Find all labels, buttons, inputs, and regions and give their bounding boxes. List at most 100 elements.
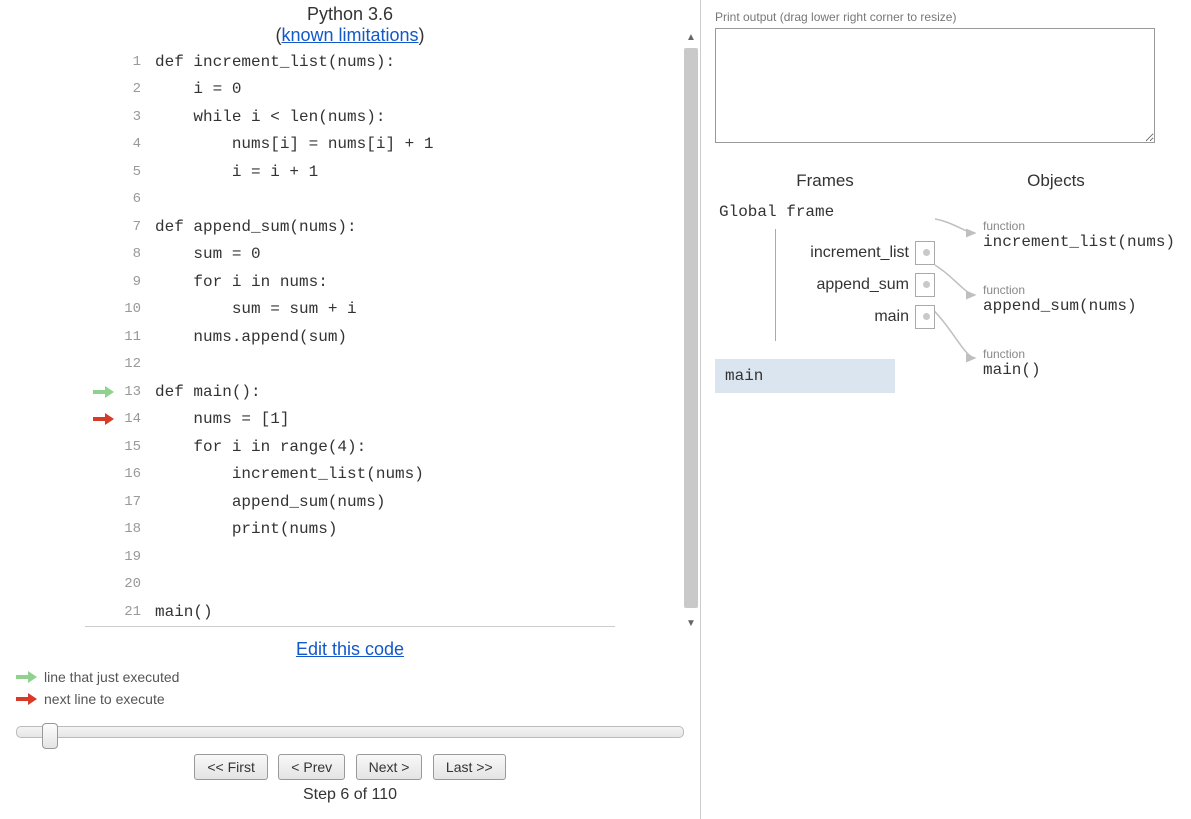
next-line-arrow-icon: [93, 413, 115, 425]
object-type-label: function: [983, 219, 1175, 233]
frames-objects-header: Frames Objects: [715, 171, 1177, 191]
step-controls: << First < Prev Next > Last >>: [10, 754, 690, 780]
line-number: 17: [115, 494, 141, 510]
line-number: 4: [115, 136, 141, 152]
line-number: 20: [115, 576, 141, 592]
code-text: i = 0: [155, 80, 241, 98]
code-text: while i < len(nums):: [155, 108, 385, 126]
code-header: Python 3.6 (known limitations): [10, 4, 690, 46]
code-line: 20: [85, 571, 615, 599]
heap-object: functionappend_sum(nums): [983, 283, 1137, 315]
prev-button[interactable]: < Prev: [278, 754, 345, 780]
frame-var-pointer: [915, 241, 935, 265]
code-text: sum = 0: [155, 245, 261, 263]
frame-var-row: append_sum: [776, 269, 935, 301]
line-number: 3: [115, 109, 141, 125]
first-button[interactable]: << First: [194, 754, 267, 780]
code-line: 1 def increment_list(nums):: [85, 48, 615, 76]
scroll-up-icon[interactable]: ▲: [686, 32, 696, 42]
code-line: 16 increment_list(nums): [85, 461, 615, 489]
slider-track[interactable]: [16, 726, 684, 738]
edit-code-link[interactable]: Edit this code: [10, 639, 690, 660]
heap-object: functionincrement_list(nums): [983, 219, 1175, 251]
code-text: def increment_list(nums):: [155, 53, 395, 71]
code-line: 5 i = i + 1: [85, 158, 615, 186]
line-number: 11: [115, 329, 141, 345]
code-text: nums.append(sum): [155, 328, 347, 346]
object-signature: main(): [983, 361, 1041, 379]
frame-var-row: increment_list: [776, 237, 935, 269]
output-label: Print output (drag lower right corner to…: [715, 10, 1177, 24]
slider-handle[interactable]: [42, 723, 58, 749]
code-line: 15 for i in range(4):: [85, 433, 615, 461]
code-line: 19: [85, 543, 615, 571]
code-line: 21 main(): [85, 598, 615, 626]
line-number: 18: [115, 521, 141, 537]
frame-var-pointer: [915, 273, 935, 297]
code-text: increment_list(nums): [155, 465, 424, 483]
just-executed-arrow-icon: [16, 671, 38, 683]
code-line: 12: [85, 351, 615, 379]
object-signature: append_sum(nums): [983, 297, 1137, 315]
scroll-thumb[interactable]: [684, 48, 698, 608]
next-line-label: next line to execute: [44, 691, 165, 707]
call-frame-main: main: [715, 359, 895, 393]
line-number: 6: [115, 191, 141, 207]
code-line: 10 sum = sum + i: [85, 296, 615, 324]
scroll-down-icon[interactable]: ▼: [686, 618, 696, 628]
print-output-box[interactable]: [715, 28, 1155, 143]
code-text: def append_sum(nums):: [155, 218, 357, 236]
arrow-legend: line that just executed next line to exe…: [16, 666, 690, 710]
line-number: 1: [115, 54, 141, 70]
code-text: main(): [155, 603, 213, 621]
code-text: nums = [1]: [155, 410, 289, 428]
code-line: 3 while i < len(nums):: [85, 103, 615, 131]
step-slider[interactable]: [16, 726, 684, 746]
line-number: 19: [115, 549, 141, 565]
global-frame: increment_list append_summain: [775, 229, 935, 341]
code-line: 13 def main():: [85, 378, 615, 406]
line-number: 5: [115, 164, 141, 180]
line-number: 16: [115, 466, 141, 482]
frames-col-header: Frames: [715, 171, 935, 191]
code-line: 9 for i in nums:: [85, 268, 615, 296]
code-line: 6: [85, 186, 615, 214]
object-type-label: function: [983, 347, 1041, 361]
frame-var-name: main: [874, 308, 915, 326]
next-button[interactable]: Next >: [356, 754, 423, 780]
code-text: nums[i] = nums[i] + 1: [155, 135, 433, 153]
code-line: 14 nums = [1]: [85, 406, 615, 434]
code-line: 17 append_sum(nums): [85, 488, 615, 516]
line-number: 13: [115, 384, 141, 400]
language-label: Python 3.6: [307, 4, 393, 24]
line-number: 8: [115, 246, 141, 262]
just-executed-label: line that just executed: [44, 669, 179, 685]
line-number: 12: [115, 356, 141, 372]
code-text: def main():: [155, 383, 261, 401]
code-line: 4 nums[i] = nums[i] + 1: [85, 131, 615, 159]
code-line: 2 i = 0: [85, 76, 615, 104]
code-text: for i in range(4):: [155, 438, 366, 456]
known-limitations-link[interactable]: known limitations: [281, 25, 418, 45]
object-type-label: function: [983, 283, 1137, 297]
code-listing: 1def increment_list(nums):2 i = 03 while…: [85, 48, 615, 627]
line-number: 2: [115, 81, 141, 97]
frame-var-name: append_sum: [816, 276, 915, 294]
code-text: print(nums): [155, 520, 337, 538]
frame-var-name: increment_list: [810, 244, 915, 262]
line-number: 7: [115, 219, 141, 235]
global-frame-title: Global frame: [719, 203, 935, 221]
object-signature: increment_list(nums): [983, 233, 1175, 251]
just-executed-arrow-icon: [93, 386, 115, 398]
line-number: 10: [115, 301, 141, 317]
code-scrollbar[interactable]: ▲ ▼: [684, 30, 700, 630]
frame-var-row: main: [776, 301, 935, 333]
line-number: 14: [115, 411, 141, 427]
code-text: i = i + 1: [155, 163, 318, 181]
last-button[interactable]: Last >>: [433, 754, 506, 780]
line-number: 21: [115, 604, 141, 620]
code-line: 7 def append_sum(nums):: [85, 213, 615, 241]
code-line: 18 print(nums): [85, 516, 615, 544]
frames-column: Global frame increment_list append_summai…: [715, 203, 935, 393]
objects-col-header: Objects: [935, 171, 1177, 191]
